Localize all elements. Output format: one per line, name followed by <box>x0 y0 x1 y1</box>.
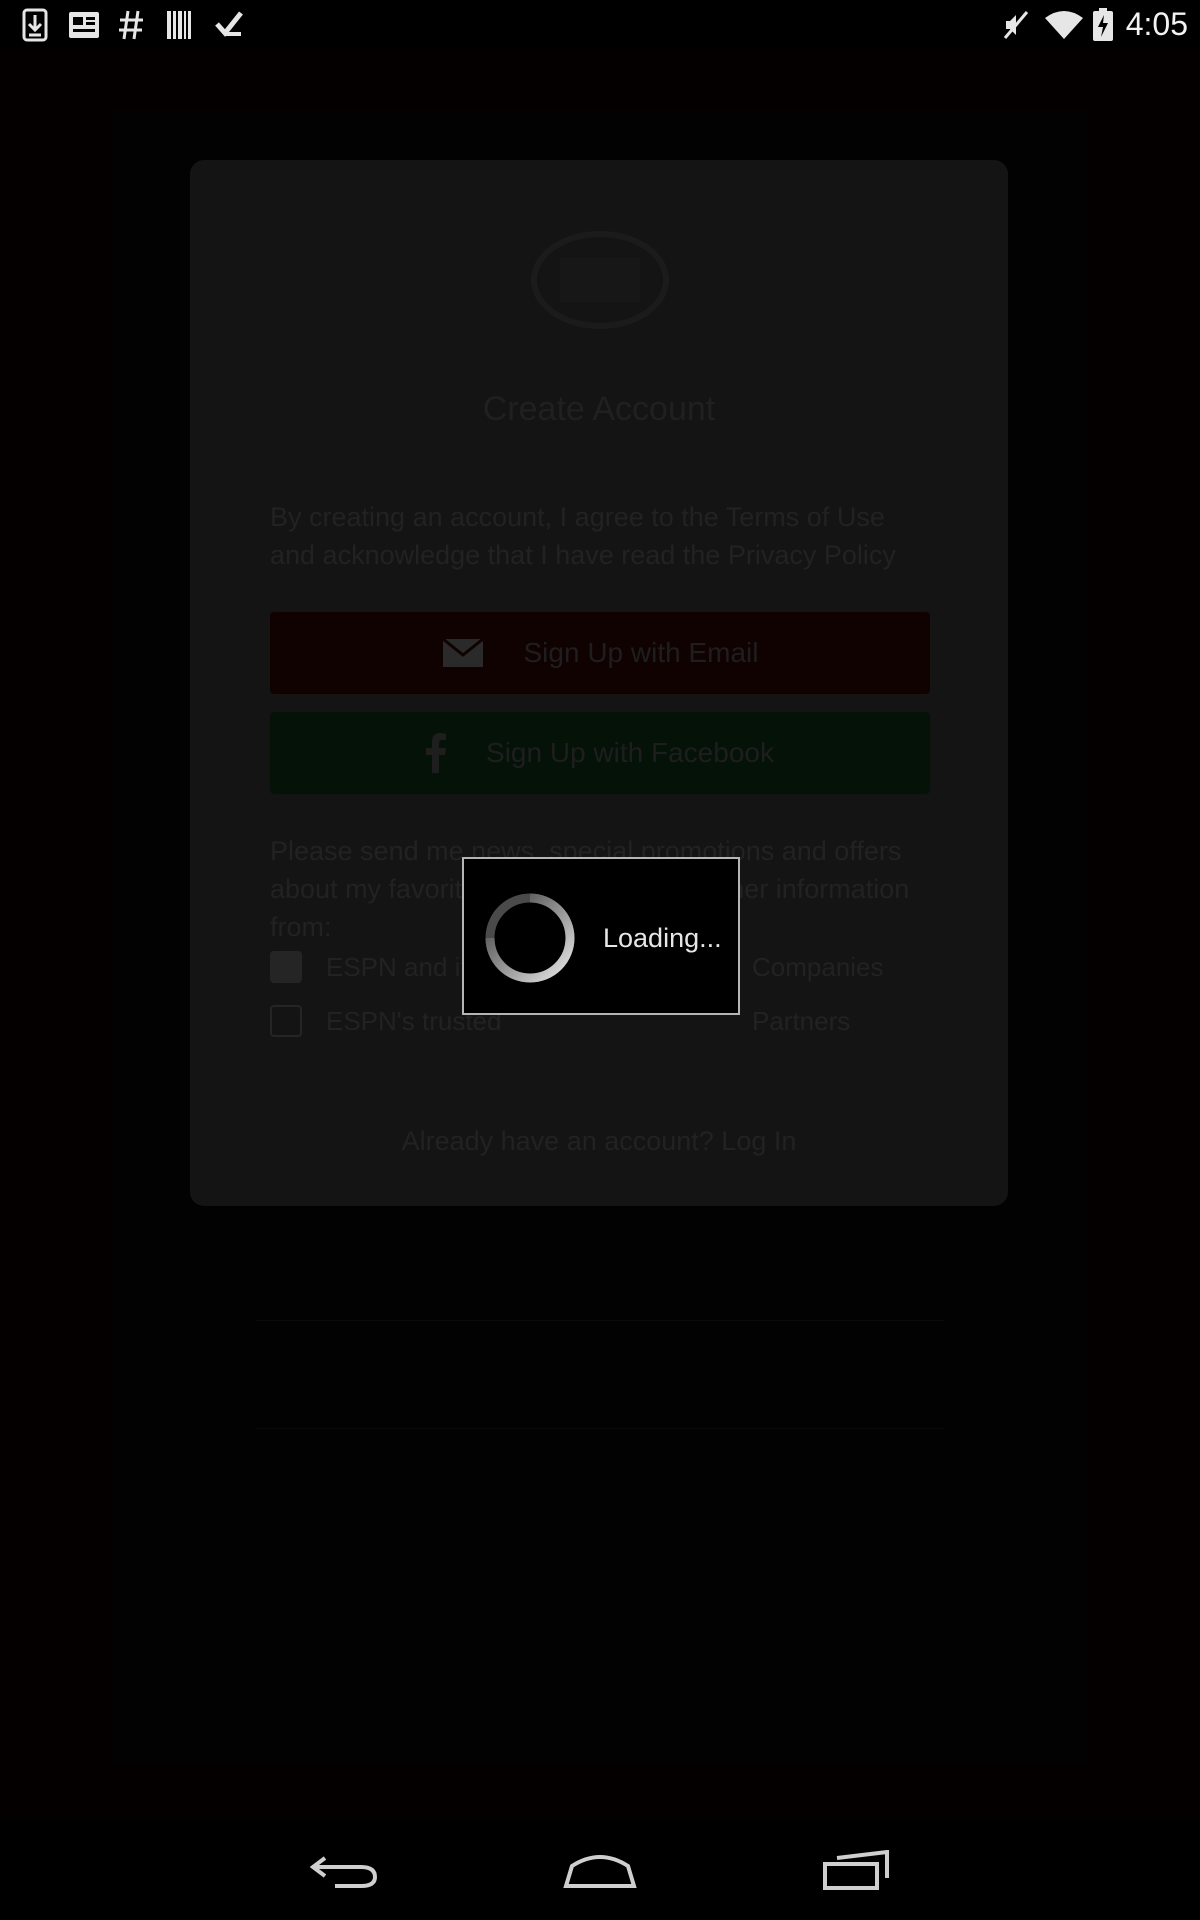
recents-icon[interactable] <box>812 1840 902 1900</box>
app-logo-icon <box>530 230 670 330</box>
status-bar: 4:05 <box>0 0 1200 50</box>
back-icon[interactable] <box>300 1840 390 1900</box>
hashtag-icon <box>118 8 144 42</box>
loading-spinner-icon <box>482 890 578 986</box>
page-title: Create Account <box>482 390 716 428</box>
news-icon <box>68 8 100 42</box>
loading-dialog: Loading... <box>462 857 740 1015</box>
create-account-card: Create Account By creating an account, I… <box>190 160 1008 1206</box>
clock: 4:05 <box>1125 6 1188 42</box>
divider <box>255 1428 945 1429</box>
sign-up-facebook-label: Sign Up with Facebook <box>486 737 774 768</box>
checkbox-label-end: Partners <box>752 1005 851 1036</box>
checkbox-label-end: Companies <box>752 951 884 982</box>
mute-icon <box>1002 8 1030 42</box>
sign-up-facebook-button[interactable]: Sign Up with Facebook <box>270 712 930 794</box>
checkbox-unchecked[interactable] <box>270 1005 302 1037</box>
battery-charging-icon <box>1092 8 1114 42</box>
facebook-icon <box>426 733 447 773</box>
home-icon[interactable] <box>555 1840 645 1900</box>
navigation-bar <box>0 1820 1200 1920</box>
loading-text: Loading... <box>603 923 722 953</box>
sign-up-email-label: Sign Up with Email <box>523 637 759 668</box>
terms-text[interactable]: By creating an account, I agree to the T… <box>270 498 930 574</box>
checkbox-label-start: ESPN and its <box>326 951 481 982</box>
login-link[interactable]: Already have an account? Log In <box>190 1126 1008 1157</box>
divider <box>255 1320 945 1321</box>
wifi-icon <box>1044 8 1084 42</box>
checkbox-checked[interactable] <box>270 951 302 983</box>
barcode-icon <box>166 8 192 42</box>
checkmark-icon <box>214 8 244 42</box>
sign-up-email-button[interactable]: Sign Up with Email <box>270 612 930 694</box>
checkbox-row-companies[interactable]: ESPN and its Companies <box>270 950 884 984</box>
download-icon <box>22 8 48 42</box>
envelope-icon <box>441 638 484 668</box>
